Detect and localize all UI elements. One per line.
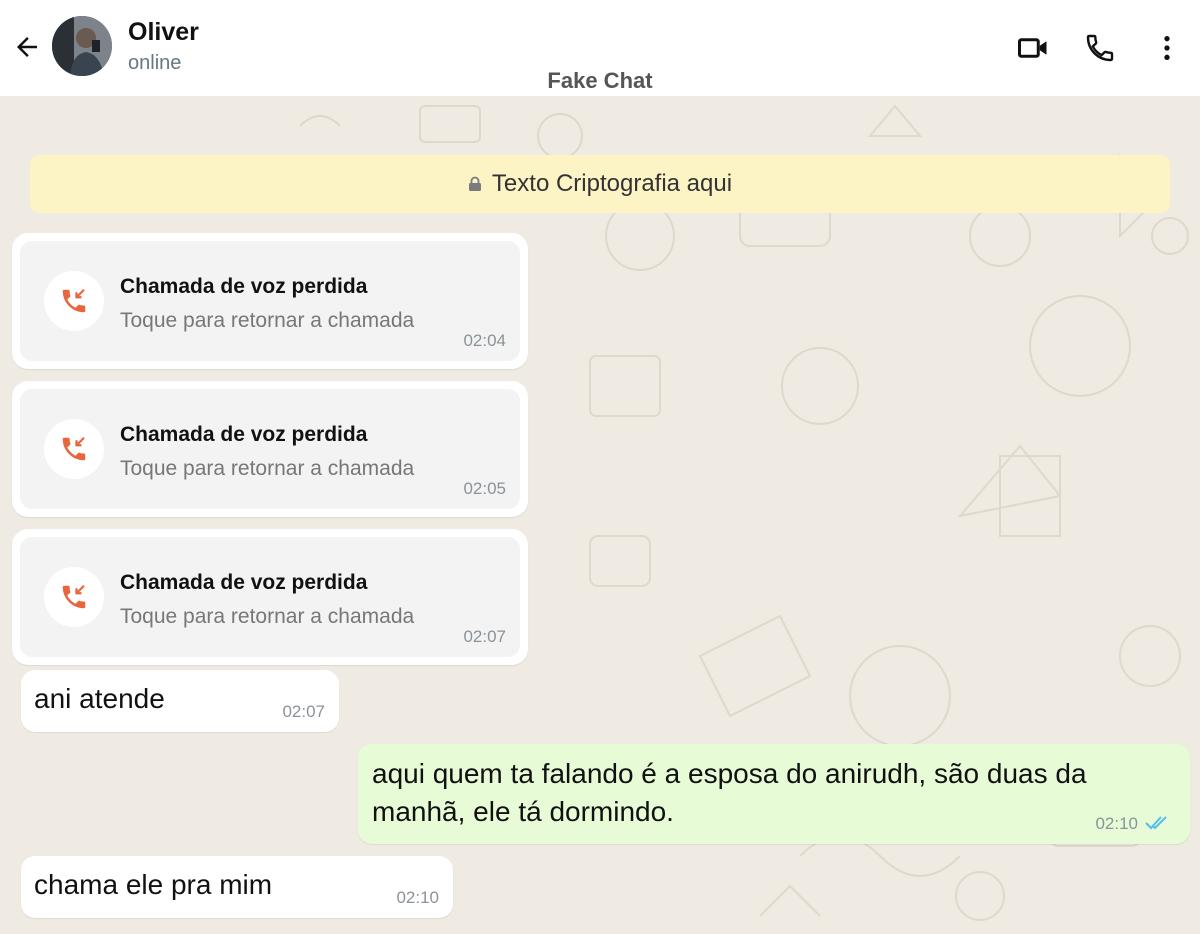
read-ticks-icon: [1145, 816, 1167, 830]
more-options-icon: [1164, 36, 1170, 60]
encryption-banner-text: Texto Criptografia aqui: [491, 170, 733, 197]
incoming-message[interactable]: ani atende 02:07: [21, 670, 339, 732]
message-text: chama ele pra mim: [34, 869, 273, 900]
missed-call-subtitle: Toque para retornar a chamada: [120, 309, 415, 332]
message-text: ani atende: [34, 683, 165, 714]
missed-call-icon: [62, 584, 86, 609]
missed-call-icon-wrapper: [44, 419, 104, 479]
message-time: 02:07: [463, 627, 506, 646]
message-time: 02:05: [463, 479, 506, 498]
incoming-message[interactable]: chama ele pra mim 02:10: [21, 856, 453, 918]
message-time: 02:10: [1095, 814, 1138, 833]
chat-area[interactable]: Texto Criptografia aqui Chamada de voz p…: [0, 96, 1200, 934]
encryption-banner[interactable]: Texto Criptografia aqui: [30, 155, 1170, 213]
missed-call-title: Chamada de voz perdida: [120, 275, 368, 298]
missed-call-icon-wrapper: [44, 567, 104, 627]
lock-icon: [468, 176, 481, 191]
missed-call-subtitle: Toque para retornar a chamada: [120, 457, 415, 480]
more-options-button[interactable]: [1147, 28, 1187, 68]
app-title: Fake Chat: [547, 68, 653, 93]
missed-call-title: Chamada de voz perdida: [120, 571, 368, 594]
message-text-line-2: manhã, ele tá dormindo.: [372, 796, 674, 827]
message-time: 02:04: [463, 331, 506, 350]
missed-call-card[interactable]: Chamada de voz perdida Toque para retorn…: [12, 381, 528, 517]
missed-call-card[interactable]: Chamada de voz perdida Toque para retorn…: [12, 233, 528, 369]
message-time: 02:07: [282, 702, 325, 721]
message-text-line-1: aqui quem ta falando é a esposa do aniru…: [372, 758, 1087, 789]
missed-call-card[interactable]: Chamada de voz perdida Toque para retorn…: [12, 529, 528, 665]
missed-call-icon-wrapper: [44, 271, 104, 331]
back-button[interactable]: [8, 28, 46, 66]
missed-call-subtitle: Toque para retornar a chamada: [120, 605, 415, 628]
missed-call-icon: [62, 436, 86, 461]
contact-name[interactable]: Oliver: [128, 18, 199, 47]
avatar[interactable]: [52, 16, 112, 76]
voice-call-icon: [1086, 34, 1114, 62]
avatar-photo: [52, 16, 112, 76]
voice-call-button[interactable]: [1080, 28, 1120, 68]
back-arrow-icon: [17, 37, 37, 57]
video-call-button[interactable]: [1013, 28, 1053, 68]
missed-call-title: Chamada de voz perdida: [120, 423, 368, 446]
missed-call-icon: [62, 288, 86, 313]
outgoing-message[interactable]: aqui quem ta falando é a esposa do aniru…: [358, 744, 1190, 844]
chat-header: Oliver online Fake Chat: [0, 0, 1200, 96]
video-call-icon: [1018, 38, 1047, 58]
message-time: 02:10: [396, 888, 439, 907]
